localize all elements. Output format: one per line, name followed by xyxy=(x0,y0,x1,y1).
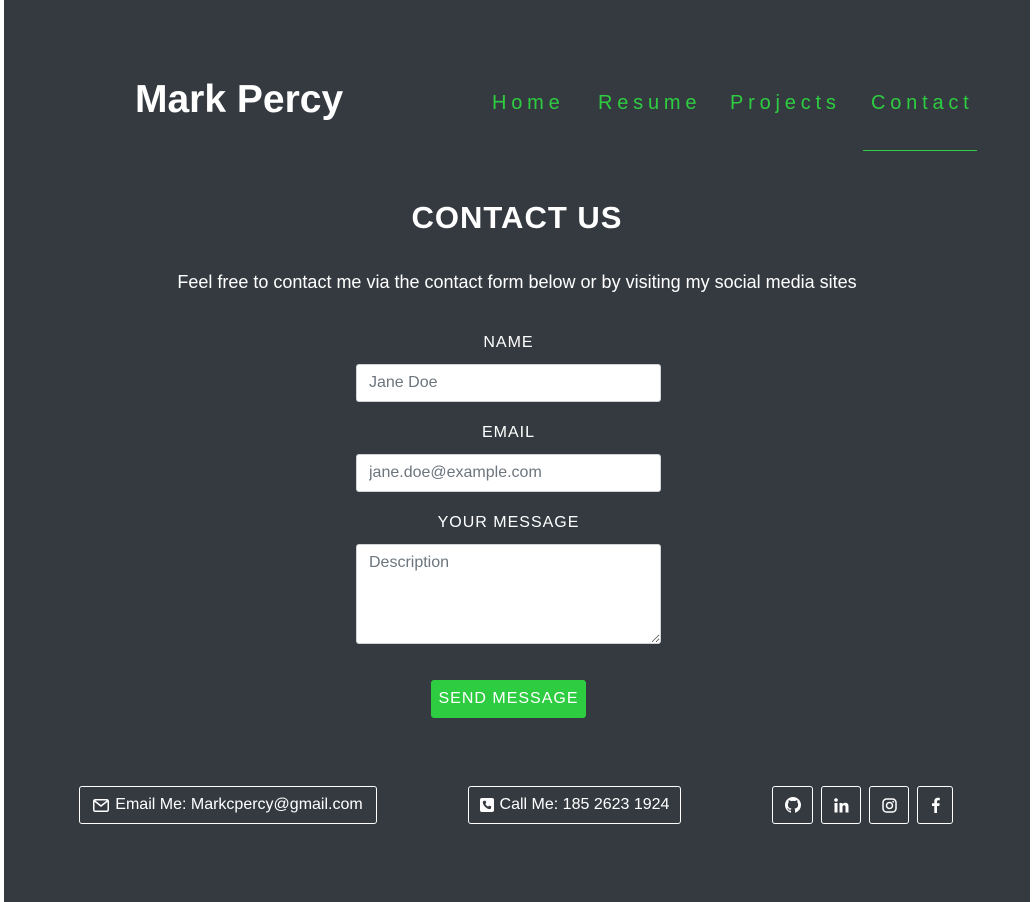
github-button[interactable] xyxy=(772,786,813,824)
github-icon xyxy=(784,797,801,813)
nav-contact[interactable]: Contact xyxy=(871,92,974,115)
facebook-button[interactable] xyxy=(917,786,953,824)
linkedin-button[interactable] xyxy=(821,786,861,824)
nav-resume[interactable]: Resume xyxy=(598,92,701,115)
email-label: EMAIL xyxy=(481,424,535,441)
email-me-label: Email Me: Markcpercy@gmail.com xyxy=(115,796,363,813)
main-nav: Home Resume Projects Contact xyxy=(488,92,998,122)
email-me-button[interactable]: Email Me: Markcpercy@gmail.com xyxy=(79,786,377,824)
page-title: CONTACT US xyxy=(411,200,623,235)
name-label: NAME xyxy=(483,334,534,351)
nav-home[interactable]: Home xyxy=(492,92,565,115)
active-nav-indicator xyxy=(863,150,977,151)
envelope-icon xyxy=(93,798,110,812)
nav-projects[interactable]: Projects xyxy=(730,92,841,115)
instagram-icon xyxy=(881,797,897,813)
name-input[interactable] xyxy=(356,364,661,402)
phone-square-icon xyxy=(479,798,494,812)
email-input[interactable] xyxy=(356,454,661,492)
intro-text: Feel free to contact me via the contact … xyxy=(177,272,857,292)
message-label: YOUR MESSAGE xyxy=(437,514,580,531)
instagram-button[interactable] xyxy=(869,786,909,824)
linkedin-icon xyxy=(833,797,849,813)
page: Mark Percy Home Resume Projects Contact … xyxy=(4,0,1030,902)
message-textarea[interactable] xyxy=(356,544,661,644)
call-me-label: Call Me: 185 2623 1924 xyxy=(499,796,670,813)
send-message-button[interactable]: SEND MESSAGE xyxy=(431,680,586,718)
call-me-button[interactable]: Call Me: 185 2623 1924 xyxy=(468,786,681,824)
site-brand[interactable]: Mark Percy xyxy=(135,78,343,122)
facebook-icon xyxy=(931,797,940,813)
